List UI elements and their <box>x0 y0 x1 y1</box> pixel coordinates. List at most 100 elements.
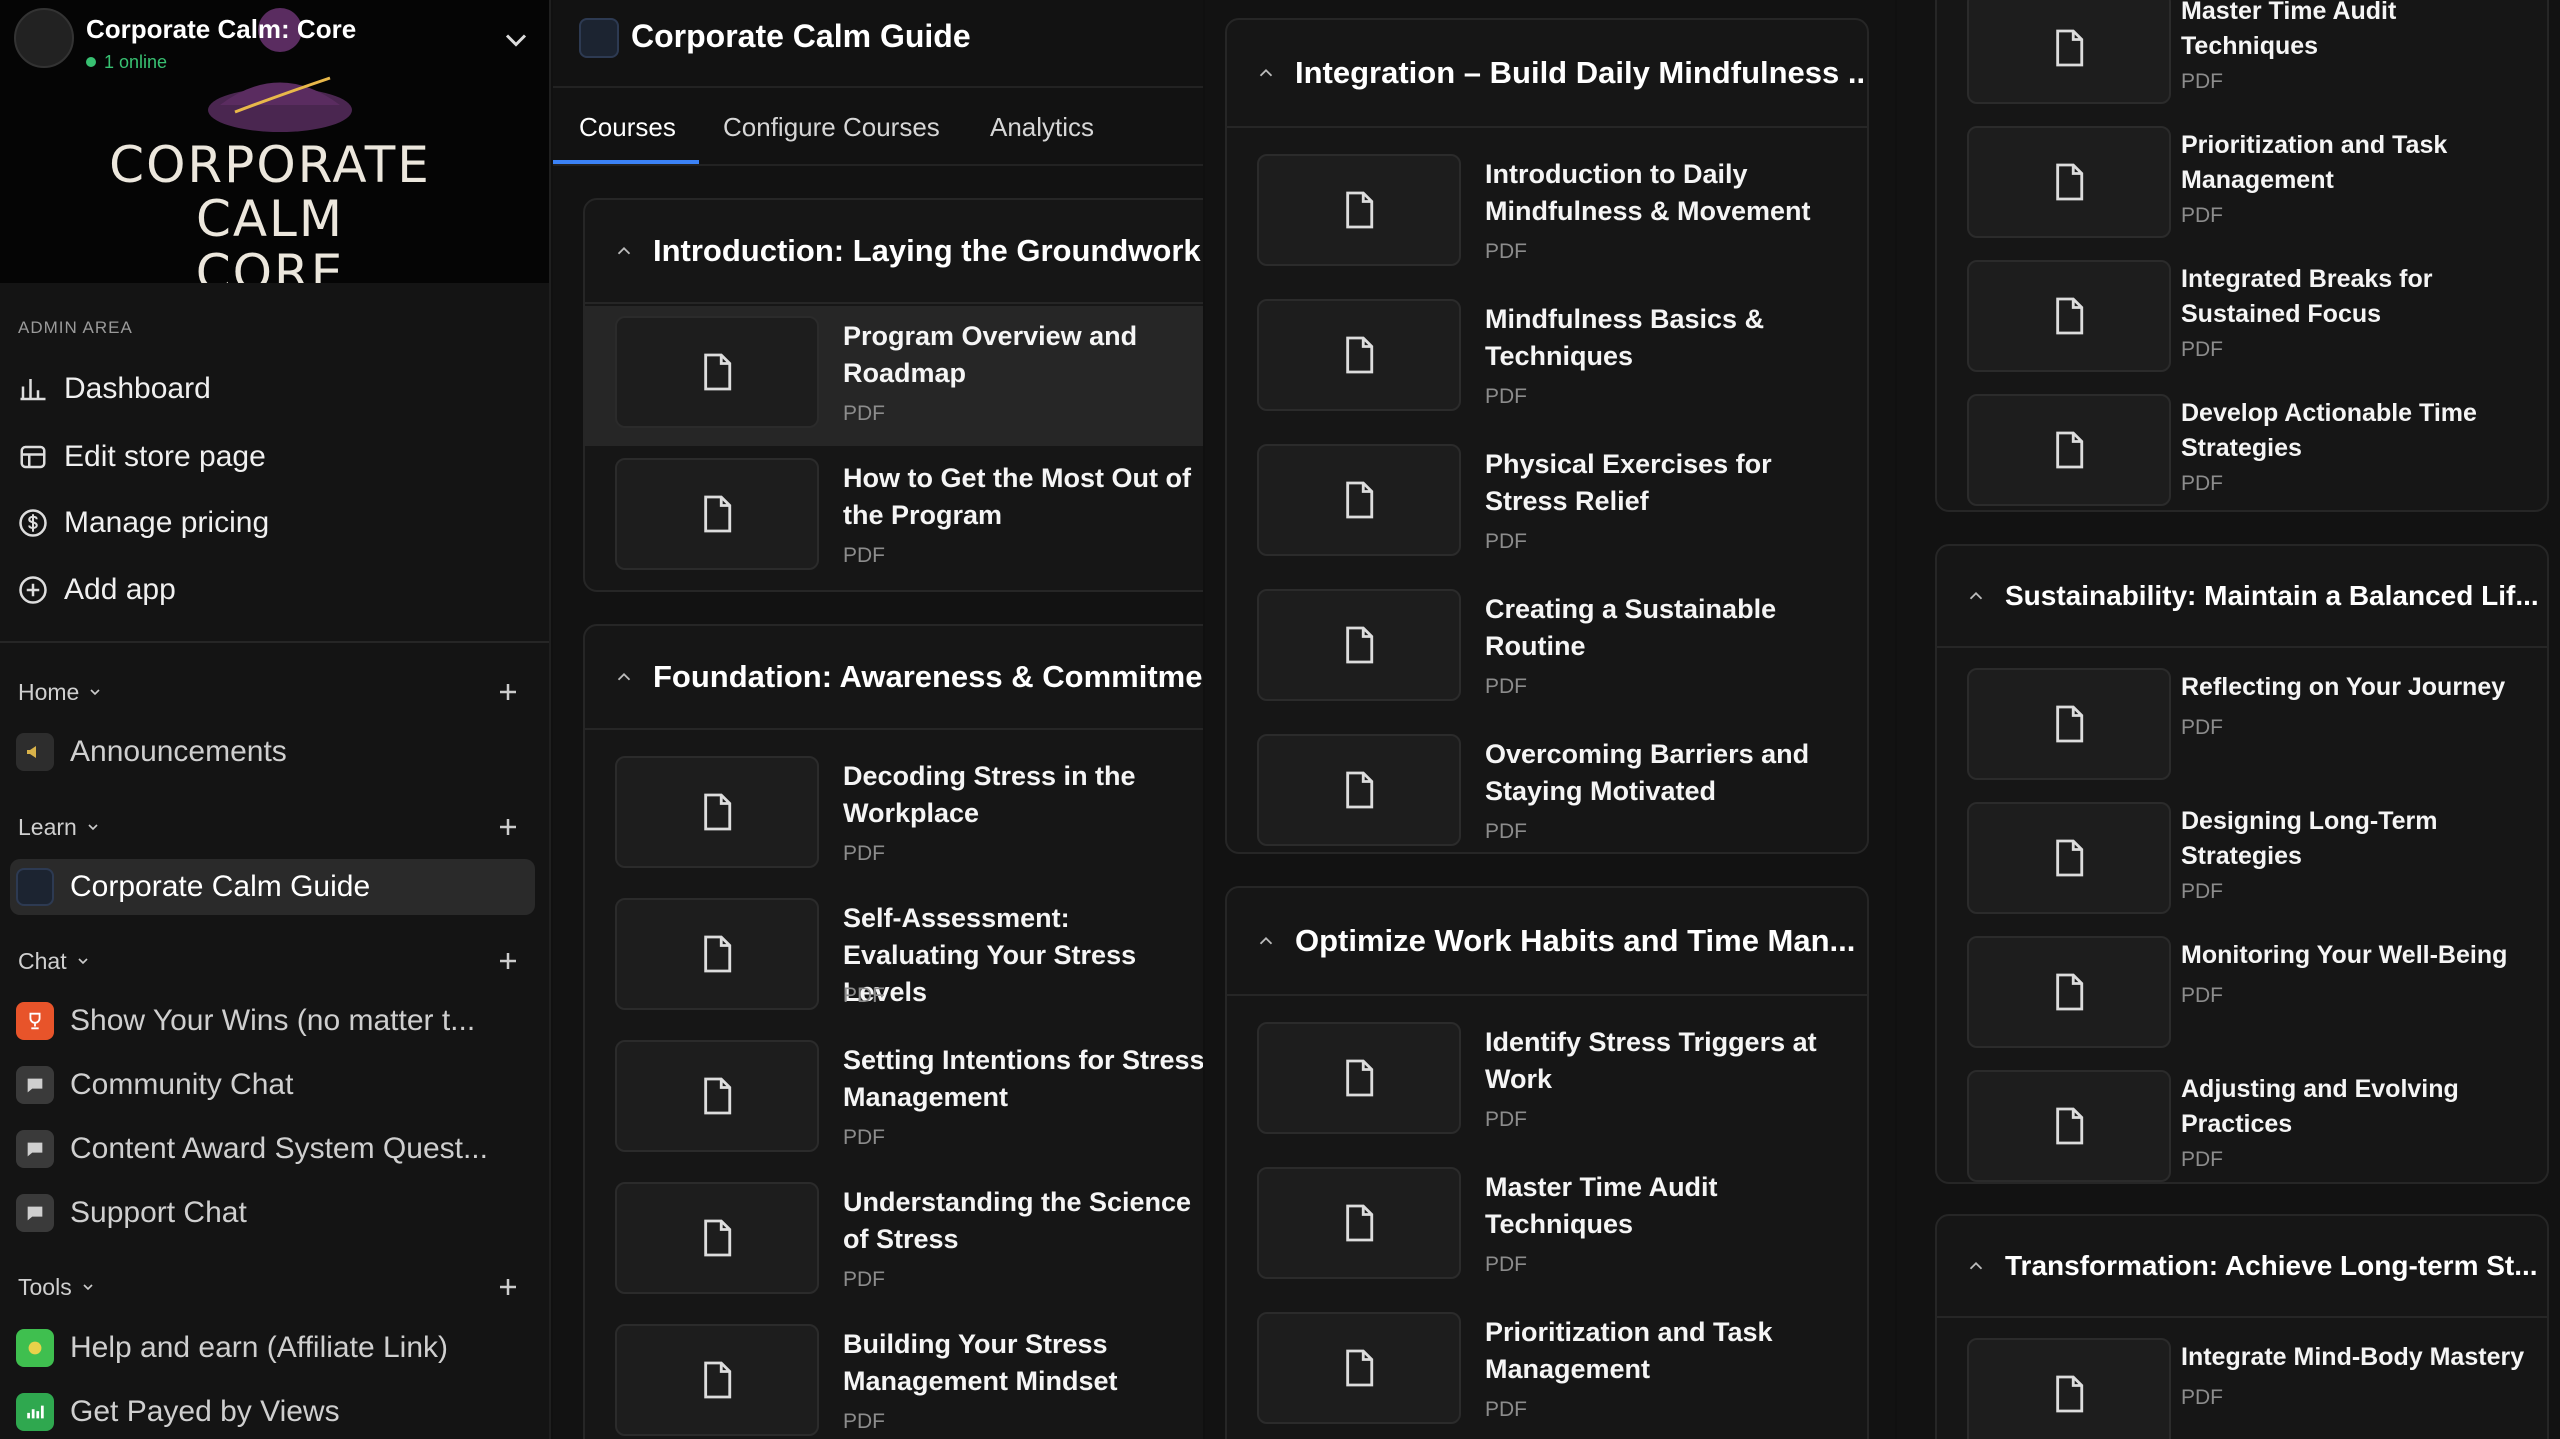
online-count: 1 online <box>104 52 168 72</box>
lesson-type: PDF <box>2181 204 2223 227</box>
lesson-title: Reflecting on Your Journey <box>2181 673 2506 701</box>
admin-item-label: Dashboard <box>64 372 211 405</box>
group-tools-header[interactable]: Tools <box>18 1269 520 1305</box>
lesson-item[interactable]: Monitoring Your Well-Being PDF <box>1937 926 2547 1066</box>
section-header[interactable]: Introduction: Laying the Groundwork ... <box>585 200 1203 304</box>
section-header[interactable]: Optimize Work Habits and Time Man... <box>1227 888 1867 996</box>
lesson-type: PDF <box>2181 984 2223 1007</box>
lesson-item[interactable]: Develop Actionable Time Strategies PDF <box>1937 384 2547 510</box>
lesson-title: Integrate Mind-Body Mastery <box>2181 1343 2525 1371</box>
nav-item-show-your-wins[interactable]: Show Your Wins (no matter t... <box>10 993 535 1049</box>
nav-item-community-chat[interactable]: Community Chat <box>10 1057 535 1113</box>
workspace-logo-text: CORPORATE CALM CORE <box>109 136 431 283</box>
money-icon <box>16 1329 54 1367</box>
workspace-switcher[interactable]: Corporate Calm: Core 1 online <box>14 8 534 73</box>
lesson-item[interactable]: Creating a Sustainable Routine PDF <box>1227 579 1867 719</box>
plus-icon[interactable] <box>496 1275 520 1299</box>
admin-item-add-app[interactable]: Add app <box>18 565 538 615</box>
chevron-down-icon[interactable] <box>498 22 534 58</box>
lesson-item[interactable]: Integrate Mind-Body Mastery PDF <box>1937 1328 2547 1439</box>
lesson-title: Integrated Breaks for Sustained Focus <box>2181 265 2433 328</box>
chart-icon <box>20 379 46 401</box>
lesson-item[interactable]: Master Time Audit Techniques PDF <box>1227 1157 1867 1297</box>
lesson-thumbnail <box>615 898 819 1010</box>
lesson-title: How to Get the Most Out of the Program <box>843 463 1191 530</box>
lesson-item[interactable]: Physical Exercises for Stress Relief PDF <box>1227 434 1867 574</box>
section-header[interactable]: Sustainability: Maintain a Balanced Lif.… <box>1937 546 2547 648</box>
section-header[interactable]: Integration – Build Daily Mindfulness ..… <box>1227 20 1867 128</box>
lesson-item[interactable]: Reflecting on Your Journey PDF <box>1937 658 2547 798</box>
lesson-type: PDF <box>843 1268 885 1291</box>
plus-circle-icon <box>19 576 47 604</box>
lesson-item[interactable]: Mindfulness Basics & Techniques PDF <box>1227 289 1867 429</box>
lesson-item[interactable]: Master Time Audit Techniques PDF <box>1937 0 2547 122</box>
nav-item-announcements[interactable]: Announcements <box>10 724 535 780</box>
nav-item-get-payed-by-views[interactable]: Get Payed by Views <box>10 1384 535 1439</box>
group-chat-header[interactable]: Chat <box>18 943 520 979</box>
lesson-title: Creating a Sustainable Routine <box>1485 594 1777 661</box>
sidebar: CORPORATE CALM CORE Corporate Calm: Core… <box>0 0 551 1439</box>
document-icon <box>2056 297 2084 335</box>
lesson-item[interactable]: Prioritization and Task Management PDF <box>1227 1302 1867 1439</box>
nav-item-corporate-calm-guide[interactable]: Corporate Calm Guide <box>10 859 535 915</box>
document-icon <box>1346 1349 1374 1387</box>
lesson-item[interactable]: Identify Stress Triggers at Work PDF <box>1227 1012 1867 1152</box>
lesson-thumbnail <box>1257 299 1461 411</box>
nav-item-affiliate-link[interactable]: Help and earn (Affiliate Link) <box>10 1320 535 1376</box>
lesson-item[interactable]: Designing Long-Term Strategies PDF <box>1937 792 2547 932</box>
lesson-thumbnail <box>1257 734 1461 846</box>
megaphone-icon <box>16 733 54 771</box>
tab-courses[interactable]: Courses <box>579 112 676 143</box>
lesson-type: PDF <box>843 842 885 865</box>
course-tabs: Courses Configure Courses Analytics <box>553 96 1203 166</box>
plus-icon[interactable] <box>496 949 520 973</box>
nav-item-support-chat[interactable]: Support Chat <box>10 1185 535 1241</box>
lesson-item[interactable]: Program Overview and Roadmap PDF <box>585 306 1203 446</box>
section-header[interactable]: Transformation: Achieve Long-term St... <box>1937 1216 2547 1318</box>
chevron-down-icon <box>83 1284 93 1291</box>
lesson-thumbnail <box>1257 589 1461 701</box>
course-icon <box>579 18 619 58</box>
section-card-continued: Master Time Audit Techniques PDF Priorit… <box>1935 0 2549 512</box>
dollar-icon <box>19 509 47 537</box>
document-icon <box>704 793 732 831</box>
workspace-banner: CORPORATE CALM CORE Corporate Calm: Core… <box>0 0 549 283</box>
nav-item-content-award[interactable]: Content Award System Quest... <box>10 1121 535 1177</box>
lesson-item[interactable]: Prioritization and Task Management PDF <box>1937 116 2547 256</box>
lesson-item[interactable]: Understanding the Science of Stress PDF <box>585 1172 1203 1312</box>
document-icon <box>2056 431 2084 469</box>
document-icon <box>704 935 732 973</box>
lesson-item[interactable]: Overcoming Barriers and Staying Motivate… <box>1227 724 1867 852</box>
chat-icon <box>16 1130 54 1168</box>
lesson-item[interactable]: How to Get the Most Out of the Program P… <box>585 448 1203 588</box>
lesson-title: Physical Exercises for Stress Relief <box>1485 449 1772 516</box>
lesson-item[interactable]: Integrated Breaks for Sustained Focus PD… <box>1937 250 2547 390</box>
document-icon <box>704 353 732 391</box>
plus-icon[interactable] <box>496 680 520 704</box>
trophy-icon <box>16 1002 54 1040</box>
tab-configure-courses[interactable]: Configure Courses <box>723 112 940 143</box>
tab-analytics[interactable]: Analytics <box>990 112 1094 143</box>
online-status: 1 online <box>86 52 167 73</box>
admin-area-label: ADMIN AREA <box>18 318 133 337</box>
lesson-title: Understanding the Science of Stress <box>843 1187 1192 1254</box>
lesson-item[interactable]: Adjusting and Evolving Practices PDF <box>1937 1060 2547 1182</box>
lesson-item[interactable]: Building Your Stress Management Mindset … <box>585 1314 1203 1439</box>
active-tab-indicator <box>553 160 699 164</box>
section-header[interactable]: Foundation: Awareness & Commitment <box>585 626 1203 730</box>
nav-item-label: Show Your Wins (no matter t... <box>70 1004 476 1037</box>
lesson-item[interactable]: Introduction to Daily Mindfulness & Move… <box>1227 144 1867 284</box>
lesson-item[interactable]: Setting Intentions for Stress Management… <box>585 1030 1203 1170</box>
lesson-title: Setting Intentions for Stress Management <box>843 1045 1203 1112</box>
group-learn-header[interactable]: Learn <box>18 809 520 845</box>
lesson-item[interactable]: Decoding Stress in the Workplace PDF <box>585 746 1203 886</box>
lesson-item[interactable]: Self-Assessment: Evaluating Your Stress … <box>585 888 1203 1028</box>
lesson-thumbnail <box>1967 1338 2171 1439</box>
admin-item-edit-store[interactable]: Edit store page <box>18 432 538 482</box>
document-icon <box>2056 163 2084 201</box>
plus-icon[interactable] <box>496 815 520 839</box>
admin-item-dashboard[interactable]: Dashboard <box>18 364 538 414</box>
nav-item-label: Community Chat <box>70 1068 294 1101</box>
group-home-header[interactable]: Home <box>18 674 520 710</box>
admin-item-manage-pricing[interactable]: Manage pricing <box>18 498 538 548</box>
